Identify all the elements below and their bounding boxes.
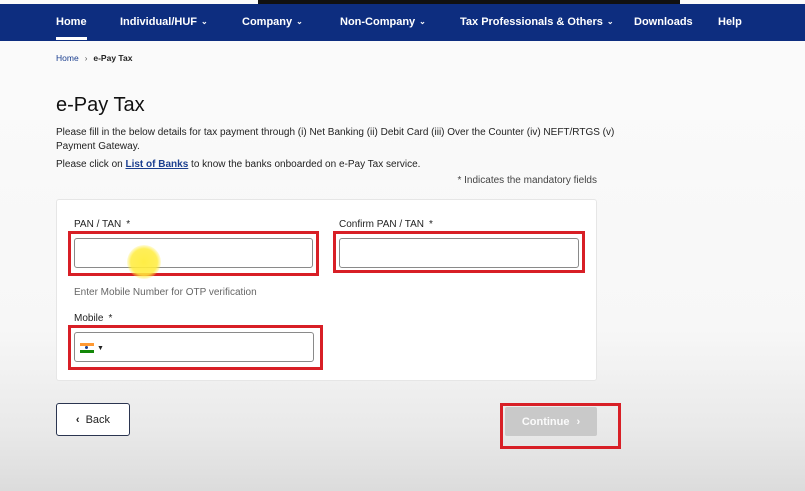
pan-tan-input[interactable] — [74, 238, 313, 268]
continue-button[interactable]: Continue › — [505, 407, 597, 436]
back-button-label: Back — [85, 413, 111, 426]
page-description: Please fill in the below details for tax… — [56, 127, 615, 152]
page-title: e-Pay Tax — [56, 94, 145, 116]
nav-item-label: Downloads — [634, 16, 693, 28]
continue-button-label: Continue — [521, 415, 570, 428]
nav-item-label: Help — [718, 16, 742, 28]
main-nav: Home Individual/HUF ⌄ Company ⌄ Non-Compan… — [0, 4, 805, 41]
confirm-pan-label: Confirm PAN / TAN * — [339, 219, 433, 230]
country-code-select[interactable]: ▼ — [80, 343, 104, 353]
mobile-input[interactable] — [74, 332, 314, 362]
india-flag-icon — [80, 343, 94, 353]
chevron-right-icon: › — [576, 415, 581, 428]
caret-down-icon: ▼ — [97, 344, 104, 352]
back-button[interactable]: ‹ Back — [56, 403, 130, 436]
banks-note: Please click on List of Banks to know th… — [56, 159, 420, 170]
confirm-pan-tan-input[interactable] — [339, 238, 579, 268]
breadcrumb-current: e-Pay Tax — [93, 53, 133, 63]
banks-note-prefix: Please click on — [56, 159, 126, 170]
nav-item-label: Company — [242, 16, 293, 28]
pan-label-text: PAN / TAN — [74, 219, 122, 230]
breadcrumb-home[interactable]: Home — [56, 53, 79, 63]
chevron-down-icon: ⌄ — [606, 17, 614, 26]
mandatory-note: * Indicates the mandatory fields — [457, 175, 597, 186]
required-mark: * — [126, 219, 131, 230]
pan-label: PAN / TAN * — [74, 219, 130, 230]
nav-item-label: Individual/HUF — [120, 16, 197, 28]
nav-item-label: Home — [56, 16, 87, 28]
chevron-down-icon: ⌄ — [201, 17, 208, 26]
nav-item-home[interactable]: Home — [56, 4, 87, 41]
required-mark: * — [429, 219, 433, 230]
nav-item-non-company[interactable]: Non-Company ⌄ — [340, 4, 426, 41]
nav-item-label: Non-Company — [340, 16, 416, 28]
nav-item-tax-professionals[interactable]: Tax Professionals & Others ⌄ — [460, 4, 614, 41]
required-mark: * — [108, 313, 113, 324]
chevron-left-icon: ‹ — [75, 413, 80, 426]
list-of-banks-link[interactable]: List of Banks — [125, 159, 188, 170]
mobile-hint: Enter Mobile Number for OTP verification — [74, 287, 257, 298]
nav-item-individual-huf[interactable]: Individual/HUF ⌄ — [120, 4, 208, 41]
mobile-label: Mobile * — [74, 313, 112, 324]
mobile-label-text: Mobile — [74, 313, 104, 324]
chevron-right-icon: › — [84, 54, 88, 63]
banks-note-suffix: to know the banks onboarded on e-Pay Tax… — [188, 159, 421, 170]
nav-item-downloads[interactable]: Downloads — [634, 4, 693, 41]
chevron-down-icon: ⌄ — [296, 17, 303, 26]
nav-item-label: Tax Professionals & Others — [460, 16, 603, 28]
confirm-pan-label-text: Confirm PAN / TAN — [339, 219, 425, 230]
nav-item-help[interactable]: Help — [718, 4, 742, 41]
chevron-down-icon: ⌄ — [419, 17, 426, 26]
breadcrumb: Home › e-Pay Tax — [56, 53, 132, 63]
nav-item-company[interactable]: Company ⌄ — [242, 4, 303, 41]
